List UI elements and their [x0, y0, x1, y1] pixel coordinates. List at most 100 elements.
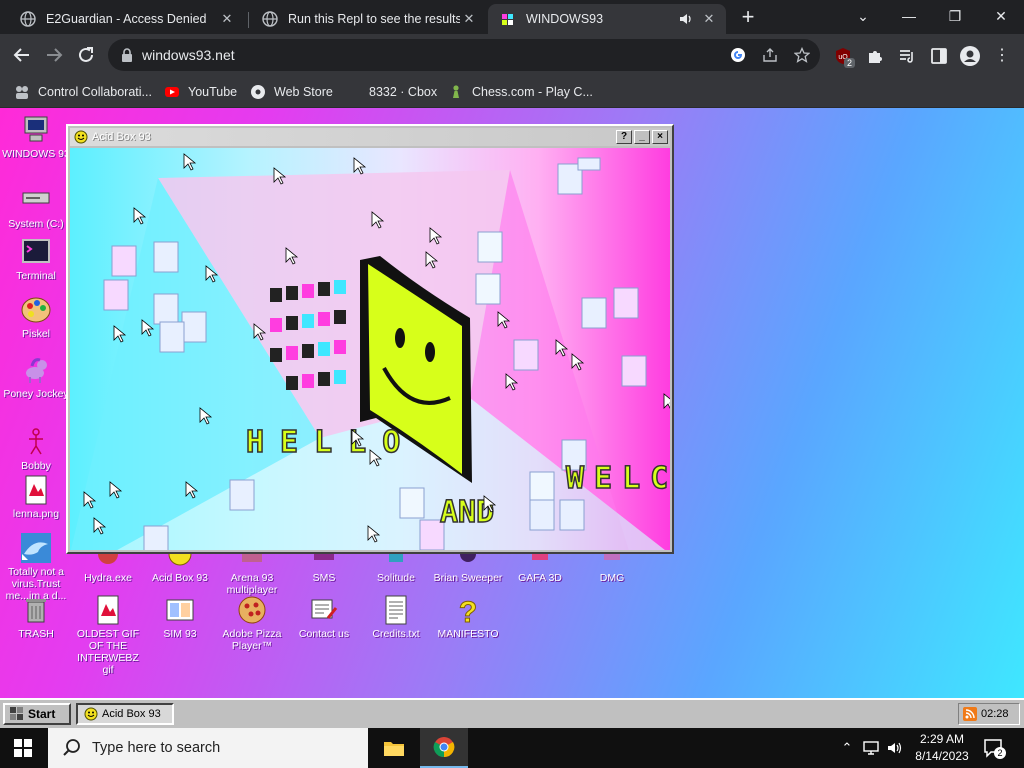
- desktop-icon-manifesto[interactable]: ? MANIFESTO: [432, 594, 504, 641]
- chevron-up-icon[interactable]: ⌃: [838, 739, 856, 757]
- bookmark-youtube[interactable]: YouTube: [164, 83, 237, 101]
- question-icon: ?: [458, 596, 477, 627]
- taskbar-search[interactable]: Type here to search: [48, 728, 368, 768]
- bookmark-chess[interactable]: Chess.com - Play C...: [448, 83, 593, 101]
- acid-box-window[interactable]: Acid Box 93 ? _ × HELLO AND WELC: [66, 124, 674, 554]
- side-panel-icon[interactable]: [930, 47, 948, 65]
- speaker-icon[interactable]: [678, 11, 694, 27]
- browser-toolbar: windows93.net uO 2 ⋮: [0, 34, 1024, 76]
- icon-label: DMG: [599, 572, 625, 584]
- minimize-window-button[interactable]: _: [634, 130, 650, 144]
- bookmarks-bar: Control Collaborati... YouTube Web Store…: [0, 76, 1024, 108]
- desktop-icon-contact-us[interactable]: Contact us: [288, 594, 360, 640]
- terminal-icon: [22, 239, 50, 263]
- puzzle-icon[interactable]: [866, 47, 884, 65]
- globe-icon: [262, 11, 278, 27]
- minimize-button[interactable]: —: [886, 0, 932, 32]
- close-window-button[interactable]: ✕: [978, 0, 1024, 32]
- chrome-button[interactable]: [420, 728, 468, 768]
- network-icon[interactable]: [862, 739, 880, 757]
- menu-button[interactable]: ⋮: [994, 46, 1010, 66]
- tab-windows93[interactable]: WINDOWS93 ✕: [488, 4, 726, 34]
- reload-button[interactable]: [72, 41, 100, 69]
- notification-center-button[interactable]: 2: [982, 736, 1006, 760]
- cbox-icon: [345, 84, 361, 100]
- media-control-icon[interactable]: [898, 47, 916, 65]
- acid-box-canvas[interactable]: HELLO AND WELC: [70, 148, 670, 550]
- tab-search-button[interactable]: ⌄: [840, 0, 886, 32]
- address-bar[interactable]: windows93.net: [108, 39, 820, 71]
- icon-label: System (C:): [8, 218, 64, 230]
- tab-e2guardian[interactable]: E2Guardian - Access Denied ✕: [8, 4, 244, 34]
- windows-start-icon[interactable]: [14, 739, 32, 757]
- trash-icon: [26, 599, 46, 623]
- desktop-icon-adobe-pizza[interactable]: Adobe Pizza Player™: [216, 594, 288, 652]
- bookmark-cbox[interactable]: 8332 · Cbox: [345, 83, 437, 101]
- file-explorer-button[interactable]: [370, 728, 418, 768]
- search-placeholder: Type here to search: [92, 740, 221, 756]
- desktop-icon-windows93[interactable]: WINDOWS 93: [0, 114, 72, 160]
- desktop-icon-totally-not-a-virus[interactable]: Totally not a virus.Trust me...im a d...: [0, 532, 72, 602]
- desktop-icon-system-c[interactable]: System (C:): [0, 184, 72, 230]
- acid-scene: HELLO AND WELC: [70, 153, 670, 550]
- lock-icon[interactable]: [121, 48, 133, 62]
- bookmark-label: Chess.com - Play C...: [472, 85, 593, 99]
- close-tab-icon[interactable]: ✕: [218, 10, 236, 28]
- webstore-icon: [251, 85, 265, 99]
- clock-time: 2:29 AM: [919, 732, 965, 746]
- icon-label: OLDEST GIF OF THE INTERWEBZ gif: [76, 628, 140, 676]
- text-file-icon: [385, 595, 407, 625]
- start-button[interactable]: Start: [3, 703, 71, 725]
- search-icon: [63, 739, 80, 756]
- win10-taskbar: Type here to search ⌃ 2:29 AM 8/14/2023 …: [0, 728, 1024, 768]
- icon-label: Acid Box 93: [151, 572, 209, 584]
- rss-icon[interactable]: [963, 707, 977, 721]
- bookmark-control-collaboration[interactable]: Control Collaborati...: [14, 83, 152, 101]
- tab-replit[interactable]: Run this Repl to see the results h ✕: [250, 4, 486, 34]
- svg-text:?: ?: [459, 596, 477, 626]
- folder-icon: [384, 742, 404, 756]
- desktop-icon-sim93[interactable]: SIM 93: [144, 594, 216, 640]
- desktop-icon-bobby[interactable]: Bobby: [0, 426, 72, 472]
- desktop-icon-trash[interactable]: TRASH: [0, 594, 72, 640]
- forward-button[interactable]: [40, 41, 68, 69]
- share-icon[interactable]: [762, 47, 778, 63]
- chess-icon: [453, 85, 459, 98]
- icon-label: WINDOWS 93: [2, 148, 70, 160]
- volume-icon[interactable]: [886, 739, 904, 757]
- scene-text-welc: WELC: [566, 461, 670, 496]
- close-tab-icon[interactable]: ✕: [460, 10, 478, 28]
- w93-clock: 02:28: [981, 708, 1009, 720]
- icon-label: Adobe Pizza Player™: [222, 628, 282, 652]
- help-button[interactable]: ?: [616, 130, 632, 144]
- google-icon[interactable]: [730, 47, 746, 63]
- icon-label: SIM 93: [163, 628, 197, 640]
- back-button[interactable]: [8, 41, 36, 69]
- url-text[interactable]: windows93.net: [142, 47, 235, 63]
- close-window-button[interactable]: ×: [652, 130, 668, 144]
- desktop-icon-piskel[interactable]: Piskel: [0, 294, 72, 340]
- bookmark-web-store[interactable]: Web Store: [250, 83, 333, 101]
- system-clock[interactable]: 2:29 AM 8/14/2023: [912, 731, 972, 765]
- dolphin-icon: [21, 533, 51, 563]
- w93-tray: 02:28: [958, 703, 1020, 725]
- desktop-icon-terminal[interactable]: Terminal: [0, 236, 72, 282]
- restore-button[interactable]: ❐: [932, 0, 978, 32]
- desktop-icon-oldest-gif[interactable]: OLDEST GIF OF THE INTERWEBZ gif: [72, 594, 144, 676]
- star-icon[interactable]: [794, 47, 810, 63]
- desktop-icon-credits[interactable]: Credits.txt: [360, 594, 432, 640]
- new-tab-button[interactable]: +: [736, 6, 760, 30]
- profile-icon[interactable]: [960, 46, 980, 66]
- computer-icon: [24, 116, 48, 142]
- window-titlebar[interactable]: Acid Box 93 ? _ ×: [70, 128, 670, 146]
- icon-label: Solitude: [377, 572, 415, 584]
- desktop-icon-poney-jockey[interactable]: Poney Jockey: [0, 354, 72, 400]
- icon-label: MANIFESTO: [437, 628, 499, 640]
- desktop-icon-lenna[interactable]: lenna.png: [0, 474, 72, 520]
- taskbar-item-acid-box[interactable]: Acid Box 93: [76, 703, 174, 725]
- close-tab-icon[interactable]: ✕: [700, 10, 718, 28]
- icon-label: SMS: [312, 572, 336, 584]
- tab-title: Run this Repl to see the results h: [288, 12, 460, 26]
- window-title: Acid Box 93: [92, 131, 151, 143]
- extension-badge: 2: [844, 58, 856, 68]
